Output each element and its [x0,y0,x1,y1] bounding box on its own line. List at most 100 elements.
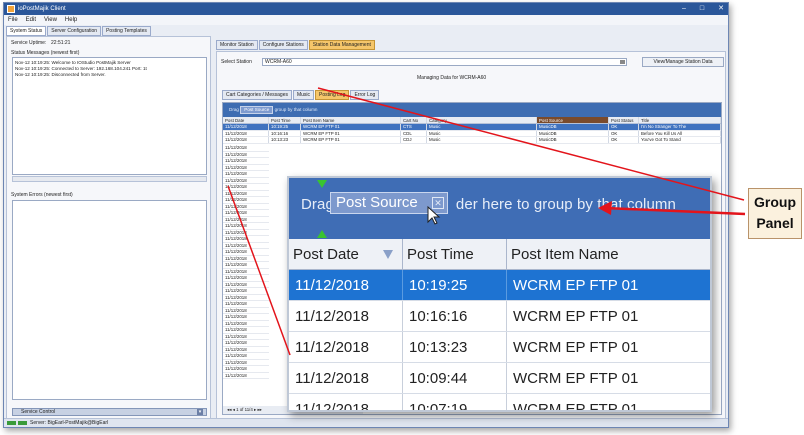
cell-category: Music [427,130,537,136]
horizontal-scrollbar[interactable] [12,176,207,182]
view-manage-station-data-button[interactable]: View/Manage Station Data [642,57,724,67]
cell-title: I'm No Stranger To The [639,124,721,130]
station-select[interactable]: WCRM-A60 [262,58,627,66]
cell-title: Before You Kill Us All [639,130,721,136]
tab-configure-stations[interactable]: Configure Stations [258,40,308,50]
date-list-item[interactable]: 11/12/2018 [223,373,269,379]
column-header-post-status[interactable]: Post Status [609,117,639,123]
maximize-button[interactable]: □ [700,3,704,15]
column-header-category[interactable]: Category [427,117,537,123]
menu-file[interactable]: File [8,15,18,25]
tab-posting-log[interactable]: Posting Log [315,90,350,100]
menu-edit[interactable]: Edit [26,15,36,25]
column-header-post-item-name[interactable]: Post Item Name [301,117,401,123]
cell-post-item-name: WCRM EP FTP 01 [507,363,710,393]
uptime-label: Service Uptime: [11,40,47,46]
menu-bar: File Edit View Help [4,15,728,25]
column-header-post-time[interactable]: Post Time [269,117,301,123]
annotation-line-1: Group [754,194,796,210]
cell-cart-no: CDJ [401,137,427,143]
system-errors-heading: System Errors (newest first) [11,192,73,198]
column-header-post-date[interactable]: Post Date [223,117,269,123]
column-header-post-source[interactable]: Post Source [537,117,609,123]
left-tab-strip: System Status Server Configuration Posti… [6,26,211,36]
grid-header-zoomed: Post Date Post Time Post Item Name [289,239,710,270]
cell-post-time: 10:19:25 [403,270,507,300]
sort-descending-icon[interactable] [383,250,393,259]
group-chip-post-source[interactable]: Post Source ✕ [330,192,448,214]
pager-nav-icon[interactable]: ◂◂ ◂ [227,407,236,412]
menu-help[interactable]: Help [65,15,77,25]
cell-post-date: 11/12/2018 [289,270,403,300]
group-panel-drag-middle: der here to [455,196,530,213]
cell-post-date: 11/12/2018 [223,137,269,143]
status-messages-heading: Status Messages (newest first) [11,50,80,56]
tab-error-log[interactable]: Error Log [350,90,380,100]
cell-cart-no: CTS [401,124,427,130]
window-title: ioPostMajik Client [18,6,66,12]
data-sub-tabs: Cart Categories / Messages Music Posting… [222,90,380,100]
cell-post-date: 11/12/2018 [223,130,269,136]
table-row[interactable]: 11/12/2018 10:16:16 WCRM EP FTP 01 [289,301,710,332]
column-header-post-item-name[interactable]: Post Item Name [507,239,710,269]
drop-indicator-up-icon [317,230,327,238]
cell-cart-no: CDL [401,130,427,136]
table-row[interactable]: 11/12/2018 10:19:25 WCRM EP FTP 01 [289,270,710,301]
cell-post-date: 11/12/2018 [289,332,403,362]
tab-server-configuration[interactable]: Server Configuration [47,26,102,36]
table-row[interactable]: 11/12/2018 10:13:23 WCRM EP FTP 01 [289,332,710,363]
cell-post-time: 10:19:25 [269,124,301,130]
close-button[interactable]: ✕ [718,3,724,15]
cell-post-item-name: WCRM EP FTP 01 [301,137,401,143]
menu-view[interactable]: View [44,15,57,25]
system-status-panel: Service Uptime: 22:51:21 Status Messages… [6,36,211,419]
column-header-label: Post Date [293,246,359,263]
cell-post-date: 11/12/2018 [289,301,403,331]
column-header-title[interactable]: Title [639,117,721,123]
cell-post-time: 10:07:19 [403,394,507,410]
minimize-button[interactable]: – [682,3,686,15]
group-panel-hint: group by that column [274,107,318,112]
cell-title: You've Got To Stand [639,137,721,143]
tab-music[interactable]: Music [292,90,315,100]
column-header-post-time[interactable]: Post Time [403,239,507,269]
cell-post-time: 10:13:23 [269,137,301,143]
table-row[interactable]: 11/12/2018 10:07:19 WCRM EP FTP 01 [289,394,710,410]
pager-nav-icon[interactable]: ▸ ▸▸ [253,407,262,412]
group-chip-post-source[interactable]: Post Source [240,106,274,114]
cell-post-time: 10:16:16 [269,130,301,136]
cell-post-item-name: WCRM EP FTP 01 [507,301,710,331]
table-row[interactable]: 11/12/2018 10:09:44 WCRM EP FTP 01 [289,363,710,394]
close-icon[interactable]: ✕ [432,197,444,209]
column-header-cart-no[interactable]: Cart No [401,117,427,123]
uptime-value: 22:51:21 [51,40,71,46]
service-control-bar[interactable]: Service Control ▾ [12,408,207,416]
cell-category: Music [427,124,537,130]
group-panel-annotation: Group Panel [748,188,802,239]
zoom-callout: Drag der here to group by that column Pos… [287,176,712,412]
cell-post-item-name: WCRM EP FTP 01 [301,130,401,136]
chevron-down-icon[interactable]: ▾ [197,409,203,415]
status-led-icon [7,421,16,425]
cell-post-status: OK [609,124,639,130]
select-station-label: Select Station [221,59,252,65]
group-panel-zoomed[interactable]: Drag der here to group by that column Pos… [289,178,710,239]
status-messages-list[interactable]: Nov-12 10:19:25: Welcome to IOStudio Pos… [12,57,207,175]
tab-cart-categories[interactable]: Cart Categories / Messages [222,90,292,100]
cell-post-date: 11/12/2018 [289,394,403,410]
station-select-value: WCRM-A60 [265,59,292,65]
group-panel[interactable]: Drag Post Source group by that column [223,103,721,117]
tab-system-status[interactable]: System Status [6,26,47,36]
right-tab-strip: Monitor Station Configure Stations Stati… [216,40,376,50]
grid-header: Post Date Post Time Post Item Name Cart … [223,117,721,124]
status-message: Nov-12 10:19:25: Disconnected from Serve… [15,72,106,77]
column-header-post-date[interactable]: Post Date [289,239,403,269]
tab-station-data-management[interactable]: Station Data Management [308,40,375,50]
drop-indicator-down-icon [317,180,327,188]
dropdown-arrow-icon[interactable] [620,60,625,64]
tab-posting-templates[interactable]: Posting Templates [102,26,151,36]
tab-monitor-station[interactable]: Monitor Station [216,40,258,50]
system-errors-list[interactable] [12,200,207,400]
cell-post-status: OK [609,137,639,143]
table-row[interactable]: 11/12/2018 10:13:23 WCRM EP FTP 01 CDJ M… [223,137,721,144]
